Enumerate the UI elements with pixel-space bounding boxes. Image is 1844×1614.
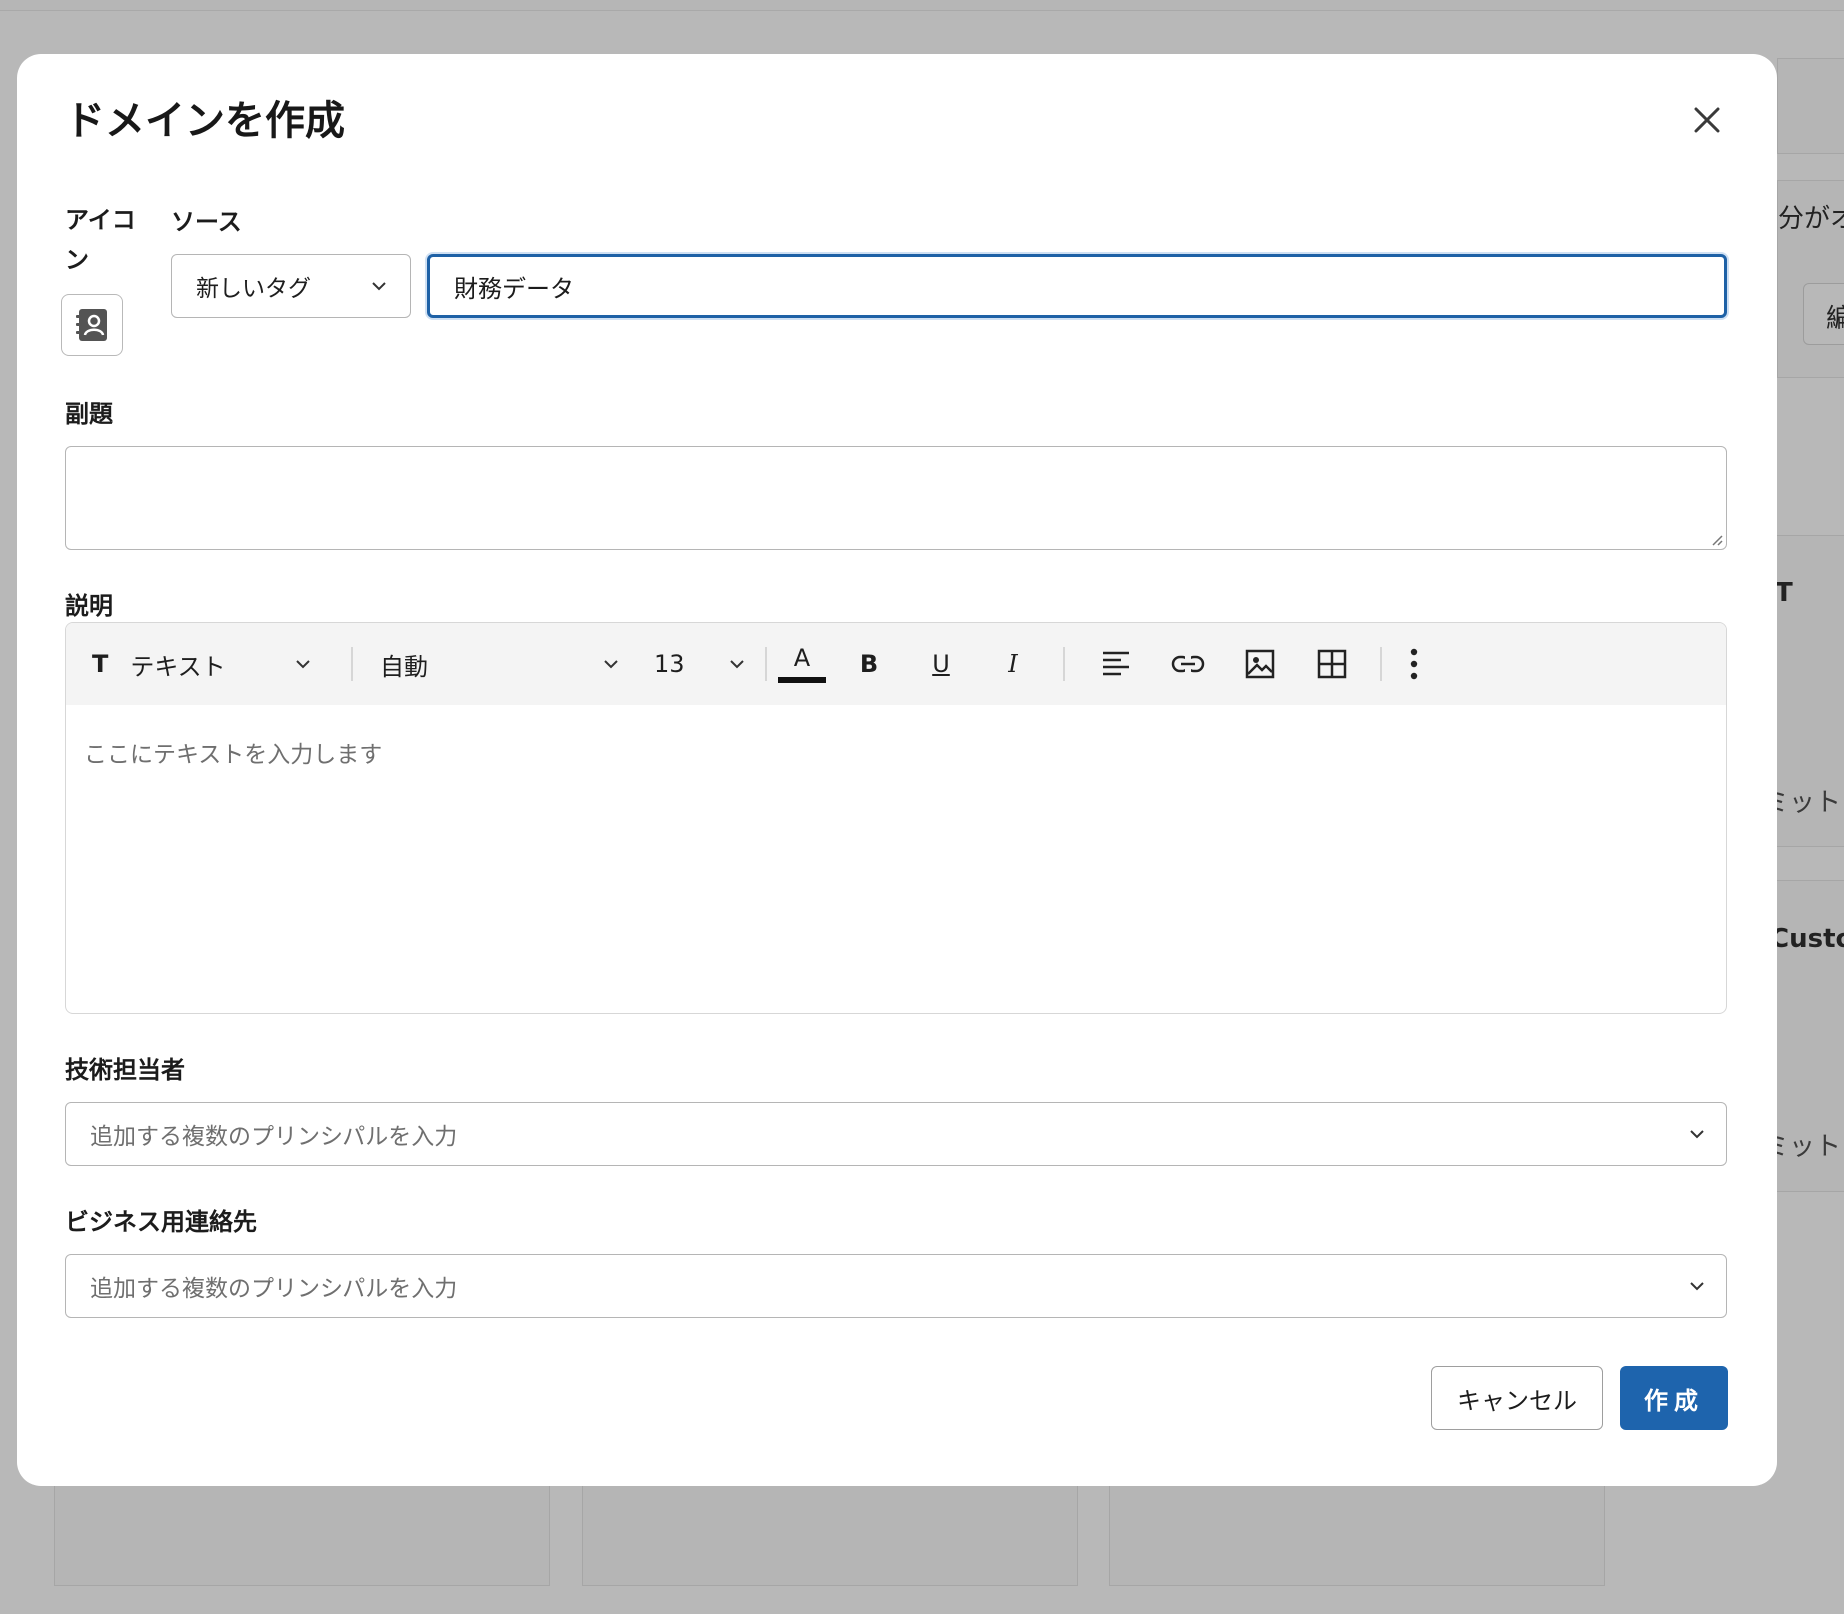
align-left-icon: [1103, 651, 1129, 676]
chevron-down-icon: [730, 660, 744, 669]
bold-icon: B: [859, 650, 879, 678]
background-t-fragment: T: [1775, 578, 1793, 608]
text-color-button[interactable]: A: [776, 623, 828, 705]
table-button[interactable]: [1306, 623, 1358, 705]
text-color-icon: A: [793, 644, 811, 672]
chevron-down-icon: [1690, 1130, 1704, 1139]
underline-button[interactable]: U: [916, 623, 966, 705]
technical-owner-placeholder: 追加する複数のプリンシパルを入力: [90, 1124, 458, 1150]
background-customer-fragment: Custon: [1770, 924, 1844, 954]
text-style-icon: T: [92, 650, 109, 678]
italic-button[interactable]: I: [988, 623, 1038, 705]
bold-button[interactable]: B: [844, 623, 894, 705]
editor-toolbar: T テキスト 自動 13 A B U I: [66, 623, 1726, 705]
align-button[interactable]: [1090, 623, 1142, 705]
subtitle-textarea[interactable]: [65, 446, 1727, 550]
font-family-dropdown[interactable]: 自動: [380, 623, 620, 705]
source-select-value: 新しいタグ: [196, 276, 311, 302]
background-card-bottom-2: [582, 1480, 1078, 1586]
background-card-bottom-3: [1109, 1480, 1605, 1586]
image-button[interactable]: [1234, 623, 1286, 705]
create-button[interactable]: 作成: [1620, 1366, 1728, 1430]
source-select[interactable]: 新しいタグ: [171, 254, 411, 318]
icon-label: アイコン: [65, 206, 136, 274]
background-owner-fragment: 分がオ: [1778, 204, 1844, 234]
chevron-down-icon: [296, 660, 310, 669]
text-style-value: テキスト: [130, 652, 226, 681]
italic-icon: I: [1008, 650, 1018, 678]
icon-picker-button[interactable]: [61, 294, 123, 356]
contact-book-icon: [76, 309, 107, 341]
font-family-value: 自動: [380, 652, 428, 681]
editor-placeholder: ここにテキストを入力します: [84, 742, 383, 768]
chevron-down-icon: [372, 282, 386, 291]
background-panel-top-right: [1777, 58, 1844, 154]
technical-owner-select[interactable]: 追加する複数のプリンシパルを入力: [65, 1102, 1727, 1166]
cancel-button[interactable]: キャンセル: [1431, 1366, 1603, 1430]
close-button[interactable]: [1687, 100, 1727, 140]
background-edit-fragment: 編: [1826, 304, 1844, 334]
link-button[interactable]: [1162, 623, 1214, 705]
background-card-bottom-1: [54, 1480, 550, 1586]
business-contact-label: ビジネス用連絡先: [65, 1208, 257, 1236]
source-label: ソース: [171, 208, 242, 236]
close-icon: [1694, 107, 1720, 133]
background-top-bar: [0, 0, 1844, 11]
more-vertical-icon: [1410, 648, 1418, 680]
subtitle-label: 副題: [65, 400, 113, 428]
create-domain-dialog: ドメインを作成 アイコン ソース 新しいタグ 副題 説明 T テキ: [17, 54, 1777, 1486]
business-contact-placeholder: 追加する複数のプリンシパルを入力: [90, 1276, 458, 1302]
toolbar-divider: [1063, 647, 1065, 681]
font-size-dropdown[interactable]: 13: [654, 623, 746, 705]
dialog-title: ドメインを作成: [65, 98, 345, 144]
table-icon: [1317, 649, 1347, 679]
technical-owner-label: 技術担当者: [65, 1056, 185, 1084]
description-label: 説明: [65, 592, 113, 620]
toolbar-divider: [765, 647, 767, 681]
font-size-value: 13: [654, 650, 685, 678]
chevron-down-icon: [604, 660, 618, 669]
underline-icon: U: [932, 650, 950, 678]
toolbar-divider: [1380, 647, 1382, 681]
image-icon: [1245, 649, 1275, 679]
domain-name-input[interactable]: [427, 254, 1727, 318]
text-color-swatch: [778, 677, 826, 683]
more-options-button[interactable]: [1388, 623, 1440, 705]
chevron-down-icon: [1690, 1282, 1704, 1291]
toolbar-divider: [351, 647, 353, 681]
text-style-dropdown[interactable]: T テキスト: [92, 623, 312, 705]
description-editor[interactable]: T テキスト 自動 13 A B U I ここにテキストを入力します: [65, 622, 1727, 1014]
business-contact-select[interactable]: 追加する複数のプリンシパルを入力: [65, 1254, 1727, 1318]
resize-handle-icon[interactable]: [1709, 532, 1723, 546]
link-icon: [1171, 655, 1205, 673]
